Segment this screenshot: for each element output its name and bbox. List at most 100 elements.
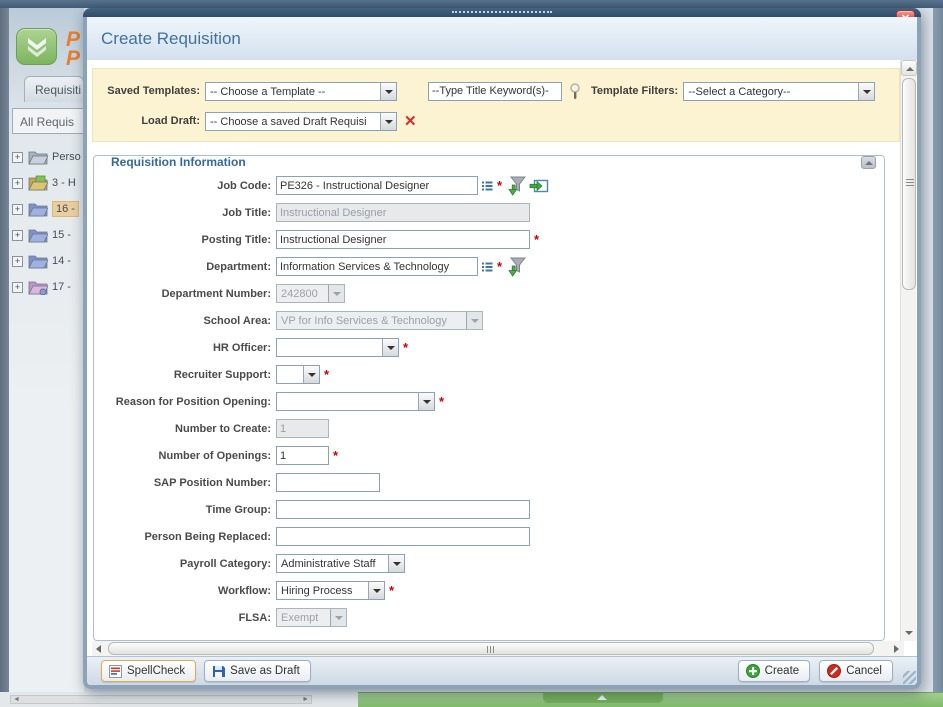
create-label: Create <box>765 665 800 677</box>
field-label: SAP Position Number: <box>94 477 276 489</box>
field-control: VP for Info Services & Technology <box>276 311 483 330</box>
field-label: Recruiter Support: <box>94 369 276 381</box>
scroll-left-button[interactable] <box>92 641 107 656</box>
field-control <box>276 419 329 438</box>
field-label: Department Number: <box>94 288 276 300</box>
lookup-list-icon[interactable] <box>481 180 493 192</box>
field-input[interactable] <box>276 527 530 546</box>
chevron-down-icon[interactable] <box>380 83 396 100</box>
chevron-down-icon[interactable] <box>382 339 398 356</box>
field-select: VP for Info Services & Technology <box>276 311 483 330</box>
load-draft-select[interactable]: -- Choose a saved Draft Requisi <box>205 112 397 131</box>
field-select-value <box>277 366 303 383</box>
chevron-down-icon[interactable] <box>380 113 396 130</box>
field-input[interactable] <box>276 176 478 195</box>
field-select-value <box>277 339 382 356</box>
field-control: * <box>276 338 410 357</box>
form-row: Department Number:242800 <box>94 280 884 307</box>
form-row: SAP Position Number: <box>94 469 884 496</box>
form-row: Department:* <box>94 253 884 280</box>
import-to-form-icon[interactable] <box>529 178 549 194</box>
field-label: Person Being Replaced: <box>94 531 276 543</box>
horizontal-scroll-thumb[interactable] <box>108 642 874 655</box>
template-band: Saved Templates: -- Choose a Template --… <box>92 68 900 142</box>
spellcheck-button[interactable]: SpellCheck <box>101 660 196 682</box>
load-draft-row: Load Draft: -- Choose a saved Draft Requ… <box>99 109 899 133</box>
chevron-down-icon <box>466 312 482 329</box>
scroll-up-button[interactable] <box>901 60 917 76</box>
chevron-down-icon[interactable] <box>858 83 874 100</box>
form-row: School Area:VP for Info Services & Techn… <box>94 307 884 334</box>
spellcheck-icon <box>109 665 122 678</box>
form-row: HR Officer:* <box>94 334 884 361</box>
collapse-section-icon[interactable] <box>861 156 876 169</box>
field-select[interactable]: Hiring Process <box>276 581 385 600</box>
field-select[interactable] <box>276 365 320 384</box>
field-select-value: Exempt <box>277 609 330 626</box>
dialog-drag-bar[interactable] <box>83 8 921 17</box>
filter-funnel-icon[interactable] <box>507 257 526 277</box>
create-requisition-dialog: ✕ Create Requisition Saved Templates: --… <box>83 8 921 689</box>
field-select-value: Hiring Process <box>277 582 368 599</box>
save-as-draft-label: Save as Draft <box>230 665 300 677</box>
dialog-vertical-scrollbar[interactable] <box>900 60 916 641</box>
field-select: 242800 <box>276 284 345 303</box>
cancel-button[interactable]: Cancel <box>819 660 893 682</box>
fieldset-legend: Requisition Information <box>106 155 251 169</box>
field-label: Workflow: <box>94 585 276 597</box>
scroll-down-button[interactable] <box>901 625 917 641</box>
field-select-value: 242800 <box>277 285 328 302</box>
field-input[interactable] <box>276 500 530 519</box>
field-select[interactable]: Administrative Staff <box>276 554 405 573</box>
field-input <box>276 203 530 222</box>
field-label: Time Group: <box>94 504 276 516</box>
dialog-footer: SpellCheck Save as Draft Create Cancel <box>87 656 917 685</box>
required-asterisk: * <box>439 394 444 409</box>
title-keyword-input[interactable] <box>428 82 562 101</box>
delete-draft-icon[interactable]: ✕ <box>404 112 417 130</box>
create-button[interactable]: Create <box>738 660 811 682</box>
template-filters-select[interactable]: --Select a Category-- <box>683 82 875 101</box>
chevron-down-icon[interactable] <box>388 555 404 572</box>
load-draft-label: Load Draft: <box>99 115 205 127</box>
form-row: Time Group: <box>94 496 884 523</box>
field-label: School Area: <box>94 315 276 327</box>
vertical-scroll-thumb[interactable] <box>902 78 916 290</box>
field-input[interactable] <box>276 446 329 465</box>
field-control: * <box>276 176 549 196</box>
cancel-label: Cancel <box>846 665 882 677</box>
field-control <box>276 473 380 492</box>
dialog-horizontal-scrollbar[interactable] <box>92 641 904 656</box>
lookup-list-icon[interactable] <box>481 261 493 273</box>
required-asterisk: * <box>497 259 502 274</box>
dialog-resize-handle[interactable] <box>903 671 916 684</box>
search-icon[interactable] <box>568 83 582 100</box>
saved-templates-row: Saved Templates: -- Choose a Template --… <box>99 79 899 103</box>
field-control: * <box>276 257 526 277</box>
saved-templates-select[interactable]: -- Choose a Template -- <box>205 82 397 101</box>
field-select-value: Administrative Staff <box>277 555 388 572</box>
drag-handle-dots <box>452 11 552 13</box>
field-control: Administrative Staff <box>276 554 405 573</box>
field-control: Exempt <box>276 608 347 627</box>
chevron-down-icon[interactable] <box>418 393 434 410</box>
field-select[interactable] <box>276 392 435 411</box>
save-as-draft-button[interactable]: Save as Draft <box>204 660 311 682</box>
chevron-down-icon[interactable] <box>303 366 319 383</box>
field-input[interactable] <box>276 473 380 492</box>
field-select[interactable] <box>276 338 399 357</box>
filter-funnel-icon[interactable] <box>507 176 526 196</box>
form-row: FLSA:Exempt <box>94 604 884 631</box>
field-label: Reason for Position Opening: <box>94 396 276 408</box>
field-control: * <box>276 446 340 465</box>
dialog-body: Saved Templates: -- Choose a Template --… <box>87 60 917 641</box>
field-label: Number to Create: <box>94 423 276 435</box>
dialog-title: Create Requisition <box>101 29 241 49</box>
chevron-down-icon[interactable] <box>368 582 384 599</box>
scroll-right-button[interactable] <box>889 641 904 656</box>
form-row: Job Code:* <box>94 172 884 199</box>
field-input[interactable] <box>276 257 478 276</box>
field-input[interactable] <box>276 230 530 249</box>
field-label: FLSA: <box>94 612 276 624</box>
field-label: Posting Title: <box>94 234 276 246</box>
